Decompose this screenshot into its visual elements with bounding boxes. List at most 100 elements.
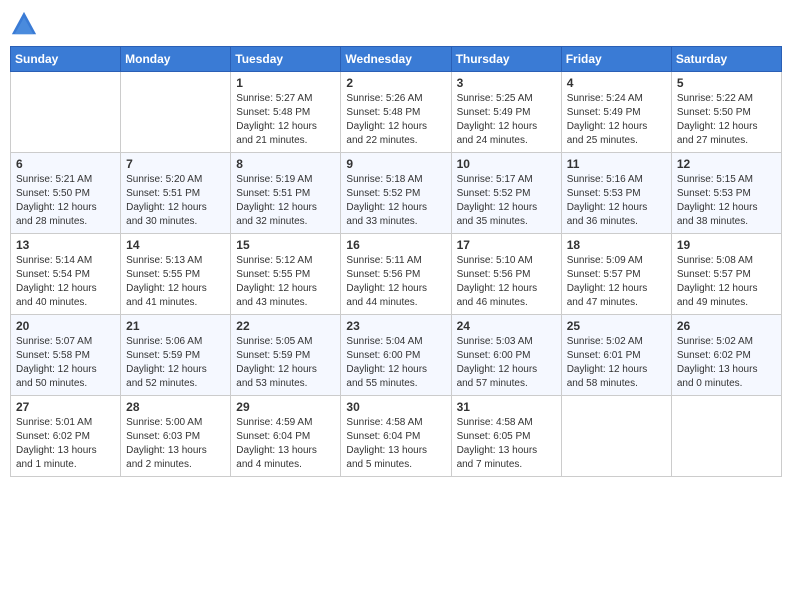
day-info: Sunrise: 5:06 AMSunset: 5:59 PMDaylight:… <box>126 335 225 391</box>
day-number: 2 <box>346 76 445 90</box>
weekday-header: Sunday <box>11 47 121 72</box>
day-number: 10 <box>457 157 556 171</box>
day-info: Sunrise: 5:02 AMSunset: 6:02 PMDaylight:… <box>677 335 776 391</box>
calendar-cell: 15Sunrise: 5:12 AMSunset: 5:55 PMDayligh… <box>231 234 341 315</box>
day-info: Sunrise: 5:11 AMSunset: 5:56 PMDaylight:… <box>346 254 445 310</box>
calendar-cell: 27Sunrise: 5:01 AMSunset: 6:02 PMDayligh… <box>11 396 121 477</box>
day-info: Sunrise: 5:08 AMSunset: 5:57 PMDaylight:… <box>677 254 776 310</box>
header-row: SundayMondayTuesdayWednesdayThursdayFrid… <box>11 47 782 72</box>
calendar-cell: 13Sunrise: 5:14 AMSunset: 5:54 PMDayligh… <box>11 234 121 315</box>
calendar-cell: 6 Sunrise: 5:21 AMSunset: 5:50 PMDaylight… <box>11 153 121 234</box>
calendar-cell: 22 Sunrise: 5:05 AMSunset: 5:59 PMDayligh… <box>231 315 341 396</box>
day-number: 21 <box>126 319 225 333</box>
calendar-cell: 19 Sunrise: 5:08 AMSunset: 5:57 PMDayligh… <box>671 234 781 315</box>
day-info: Sunrise: 5:13 AMSunset: 5:55 PMDaylight:… <box>126 254 225 310</box>
day-info: Sunrise: 5:16 AMSunset: 5:53 PMDaylight:… <box>567 173 666 229</box>
day-info: Sunrise: 5:03 AMSunset: 6:00 PMDaylight:… <box>457 335 556 391</box>
weekday-header: Tuesday <box>231 47 341 72</box>
weekday-header: Friday <box>561 47 671 72</box>
weekday-header: Saturday <box>671 47 781 72</box>
calendar-cell: 25 Sunrise: 5:02 AMSunset: 6:01 PMDayligh… <box>561 315 671 396</box>
calendar-cell: 14 Sunrise: 5:13 AMSunset: 5:55 PMDayligh… <box>121 234 231 315</box>
day-info: Sunrise: 4:58 AMSunset: 6:04 PMDaylight:… <box>346 416 445 472</box>
calendar-week-row: 1 Sunrise: 5:27 AMSunset: 5:48 PMDaylight… <box>11 72 782 153</box>
day-info: Sunrise: 5:21 AMSunset: 5:50 PMDaylight:… <box>16 173 115 229</box>
day-number: 16 <box>346 238 445 252</box>
calendar-cell: 10 Sunrise: 5:17 AMSunset: 5:52 PMDayligh… <box>451 153 561 234</box>
calendar-cell: 11 Sunrise: 5:16 AMSunset: 5:53 PMDayligh… <box>561 153 671 234</box>
calendar-cell: 16 Sunrise: 5:11 AMSunset: 5:56 PMDayligh… <box>341 234 451 315</box>
calendar-cell: 31 Sunrise: 4:58 AMSunset: 6:05 PMDayligh… <box>451 396 561 477</box>
day-number: 1 <box>236 76 335 90</box>
day-info: Sunrise: 5:17 AMSunset: 5:52 PMDaylight:… <box>457 173 556 229</box>
day-number: 28 <box>126 400 225 414</box>
page-header <box>10 10 782 38</box>
day-number: 29 <box>236 400 335 414</box>
day-info: Sunrise: 5:10 AMSunset: 5:56 PMDaylight:… <box>457 254 556 310</box>
day-info: Sunrise: 5:00 AMSunset: 6:03 PMDaylight:… <box>126 416 225 472</box>
calendar-cell: 21 Sunrise: 5:06 AMSunset: 5:59 PMDayligh… <box>121 315 231 396</box>
day-number: 18 <box>567 238 666 252</box>
day-number: 5 <box>677 76 776 90</box>
calendar-week-row: 6 Sunrise: 5:21 AMSunset: 5:50 PMDaylight… <box>11 153 782 234</box>
day-number: 26 <box>677 319 776 333</box>
calendar-week-row: 27Sunrise: 5:01 AMSunset: 6:02 PMDayligh… <box>11 396 782 477</box>
calendar-cell: 24Sunrise: 5:03 AMSunset: 6:00 PMDayligh… <box>451 315 561 396</box>
day-info: Sunrise: 5:02 AMSunset: 6:01 PMDaylight:… <box>567 335 666 391</box>
calendar-cell: 5 Sunrise: 5:22 AMSunset: 5:50 PMDaylight… <box>671 72 781 153</box>
calendar-week-row: 13Sunrise: 5:14 AMSunset: 5:54 PMDayligh… <box>11 234 782 315</box>
day-info: Sunrise: 5:14 AMSunset: 5:54 PMDaylight:… <box>16 254 115 310</box>
day-info: Sunrise: 5:01 AMSunset: 6:02 PMDaylight:… <box>16 416 115 472</box>
day-number: 31 <box>457 400 556 414</box>
day-number: 11 <box>567 157 666 171</box>
day-number: 12 <box>677 157 776 171</box>
day-number: 14 <box>126 238 225 252</box>
day-info: Sunrise: 5:26 AMSunset: 5:48 PMDaylight:… <box>346 92 445 148</box>
calendar-cell: 28 Sunrise: 5:00 AMSunset: 6:03 PMDayligh… <box>121 396 231 477</box>
day-number: 23 <box>346 319 445 333</box>
calendar-cell: 26 Sunrise: 5:02 AMSunset: 6:02 PMDayligh… <box>671 315 781 396</box>
day-number: 22 <box>236 319 335 333</box>
calendar-cell: 1 Sunrise: 5:27 AMSunset: 5:48 PMDaylight… <box>231 72 341 153</box>
day-info: Sunrise: 5:22 AMSunset: 5:50 PMDaylight:… <box>677 92 776 148</box>
calendar-cell <box>121 72 231 153</box>
day-info: Sunrise: 5:20 AMSunset: 5:51 PMDaylight:… <box>126 173 225 229</box>
calendar-cell <box>561 396 671 477</box>
calendar-cell: 7Sunrise: 5:20 AMSunset: 5:51 PMDaylight… <box>121 153 231 234</box>
day-info: Sunrise: 5:04 AMSunset: 6:00 PMDaylight:… <box>346 335 445 391</box>
calendar-table: SundayMondayTuesdayWednesdayThursdayFrid… <box>10 46 782 477</box>
day-info: Sunrise: 5:27 AMSunset: 5:48 PMDaylight:… <box>236 92 335 148</box>
day-number: 30 <box>346 400 445 414</box>
day-number: 17 <box>457 238 556 252</box>
calendar-cell: 30 Sunrise: 4:58 AMSunset: 6:04 PMDayligh… <box>341 396 451 477</box>
day-number: 3 <box>457 76 556 90</box>
day-info: Sunrise: 5:05 AMSunset: 5:59 PMDaylight:… <box>236 335 335 391</box>
day-number: 15 <box>236 238 335 252</box>
day-number: 19 <box>677 238 776 252</box>
day-info: Sunrise: 4:58 AMSunset: 6:05 PMDaylight:… <box>457 416 556 472</box>
calendar-cell <box>11 72 121 153</box>
calendar-cell: 29 Sunrise: 4:59 AMSunset: 6:04 PMDayligh… <box>231 396 341 477</box>
day-number: 9 <box>346 157 445 171</box>
calendar-cell: 18Sunrise: 5:09 AMSunset: 5:57 PMDayligh… <box>561 234 671 315</box>
day-number: 6 <box>16 157 115 171</box>
calendar-cell: 8Sunrise: 5:19 AMSunset: 5:51 PMDaylight… <box>231 153 341 234</box>
day-number: 25 <box>567 319 666 333</box>
calendar-cell: 2 Sunrise: 5:26 AMSunset: 5:48 PMDaylight… <box>341 72 451 153</box>
calendar-cell: 9 Sunrise: 5:18 AMSunset: 5:52 PMDaylight… <box>341 153 451 234</box>
calendar-cell: 23 Sunrise: 5:04 AMSunset: 6:00 PMDayligh… <box>341 315 451 396</box>
day-number: 8 <box>236 157 335 171</box>
day-info: Sunrise: 5:18 AMSunset: 5:52 PMDaylight:… <box>346 173 445 229</box>
day-info: Sunrise: 5:25 AMSunset: 5:49 PMDaylight:… <box>457 92 556 148</box>
calendar-cell: 3 Sunrise: 5:25 AMSunset: 5:49 PMDaylight… <box>451 72 561 153</box>
day-number: 4 <box>567 76 666 90</box>
day-number: 20 <box>16 319 115 333</box>
logo <box>10 10 42 38</box>
calendar-cell: 4Sunrise: 5:24 AMSunset: 5:49 PMDaylight… <box>561 72 671 153</box>
calendar-cell: 20Sunrise: 5:07 AMSunset: 5:58 PMDayligh… <box>11 315 121 396</box>
day-info: Sunrise: 5:15 AMSunset: 5:53 PMDaylight:… <box>677 173 776 229</box>
weekday-header: Monday <box>121 47 231 72</box>
calendar-cell: 12 Sunrise: 5:15 AMSunset: 5:53 PMDayligh… <box>671 153 781 234</box>
calendar-cell: 17 Sunrise: 5:10 AMSunset: 5:56 PMDayligh… <box>451 234 561 315</box>
day-info: Sunrise: 4:59 AMSunset: 6:04 PMDaylight:… <box>236 416 335 472</box>
